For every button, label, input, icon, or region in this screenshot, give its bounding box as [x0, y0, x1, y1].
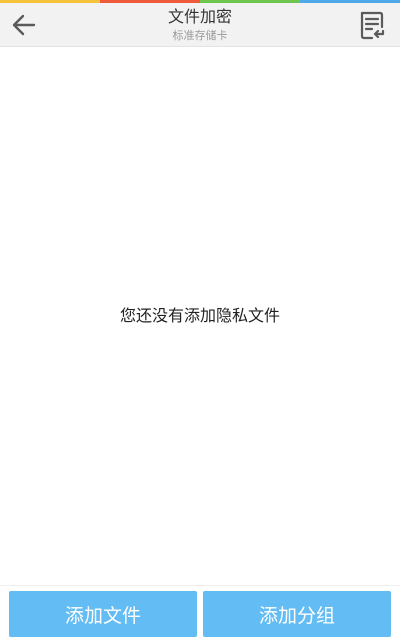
add-group-button[interactable]: 添加分组 [203, 591, 391, 637]
app-root: 文件加密 标准存储卡 您还没有添加隐私文件 添加文件 添加分组 [0, 0, 400, 640]
empty-state-message: 您还没有添加隐私文件 [119, 306, 280, 325]
file-list-button[interactable] [354, 7, 390, 43]
page-title: 文件加密 [167, 7, 232, 26]
add-file-button[interactable]: 添加文件 [9, 591, 197, 637]
header-bar: 文件加密 标准存储卡 [0, 3, 400, 47]
bottom-action-bar: 添加文件 添加分组 [0, 585, 400, 640]
arrow-left-icon [12, 14, 36, 36]
header-title-group: 文件加密 标准存储卡 [80, 3, 320, 46]
back-button[interactable] [6, 7, 42, 43]
page-subtitle: 标准存储卡 [172, 29, 228, 42]
file-list-return-icon [360, 11, 385, 40]
